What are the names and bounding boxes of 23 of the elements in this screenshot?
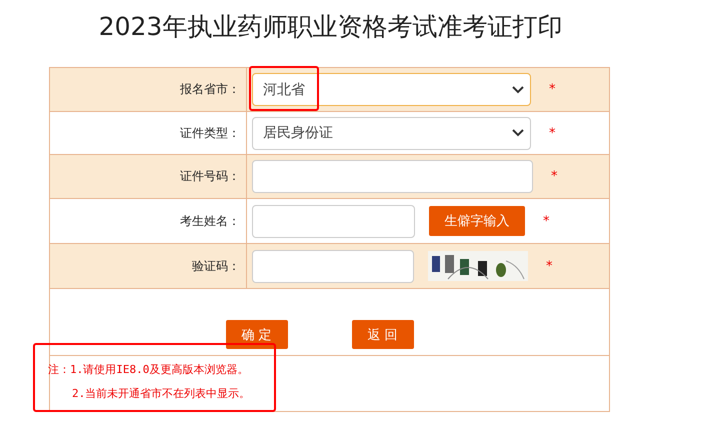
field-label: 考生姓名： [179, 212, 241, 230]
back-button[interactable]: 返 回 [352, 320, 414, 349]
required-mark: * [543, 214, 550, 228]
field-label: 报名省市： [179, 81, 241, 98]
required-mark: * [546, 258, 552, 274]
dropdown[interactable]: 居民身份证 [252, 116, 531, 150]
note-text: 2.当前未开通省市不在列表中显示。 [71, 386, 252, 401]
input-field[interactable] [252, 160, 533, 193]
field-label: 证件号码： [179, 168, 241, 185]
input-field[interactable] [252, 250, 414, 282]
field-label: 验证码： [191, 258, 241, 274]
field-label: 证件类型： [179, 124, 241, 142]
page-title: 2023年执业药师职业资格考试准考证打印 [98, 11, 564, 43]
dropdown[interactable]: 河北省 [252, 73, 531, 106]
required-mark: * [549, 82, 556, 97]
note-text: 注：1.请使用IE8.0及更高版本浏览器。 [48, 362, 250, 377]
rare-character-button[interactable]: 生僻字输入 [429, 206, 525, 236]
confirm-button[interactable]: 确 定 [226, 320, 288, 349]
required-mark: * [549, 126, 556, 140]
chevron-icon [512, 86, 524, 94]
required-mark: * [551, 169, 558, 184]
chevron-icon [512, 129, 524, 137]
input-field[interactable] [252, 204, 415, 238]
